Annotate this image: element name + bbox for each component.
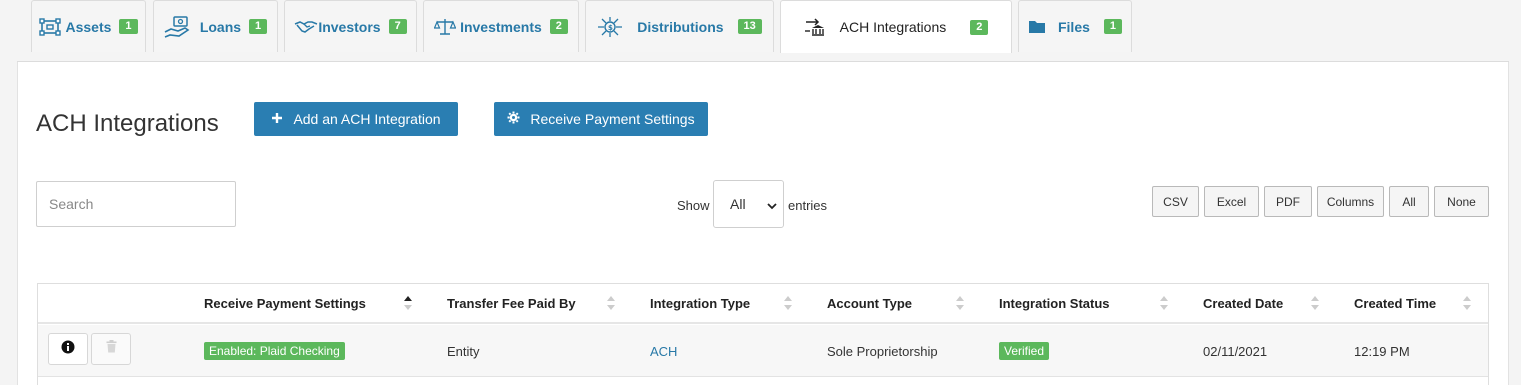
tab-label: ACH Integrations [839,19,947,35]
created-time-cell: 12:19 PM [1354,344,1410,359]
distributions-icon: $ [597,16,623,38]
trash-icon [106,340,117,358]
hide-all-columns-button[interactable]: None [1434,186,1489,217]
folder-icon [1028,19,1046,34]
delete-button[interactable] [91,333,131,365]
account-type-cell: Sole Proprietorship [827,344,938,359]
tab-loans[interactable]: Loans 1 [153,0,278,52]
tab-count-badge: 13 [737,19,762,34]
tab-label: Distributions [637,18,724,35]
tab-files[interactable]: Files 1 [1018,0,1132,52]
show-label: Show [677,198,710,213]
tab-label: Loans [199,18,242,35]
tab-count-badge: 1 [1103,19,1123,34]
show-all-columns-button[interactable]: All [1389,186,1429,217]
tab-count-badge: 1 [249,19,268,34]
tab-investments[interactable]: Investments 2 [423,0,579,52]
column-header-receive-payment-settings[interactable]: Receive Payment Settings [204,296,366,311]
integration-type-link[interactable]: ACH [650,344,677,359]
bank-transfer-icon [804,17,826,37]
column-header-account-type[interactable]: Account Type [827,296,912,311]
handshake-icon [294,19,318,35]
sort-icon[interactable] [606,295,616,316]
tab-distributions[interactable]: $ Distributions 13 [585,0,774,52]
scales-icon [434,18,457,36]
tab-label: Investments [460,18,542,35]
tab-count-badge: 2 [970,19,989,35]
ach-integrations-table: Receive Payment Settings Transfer Fee Pa… [37,283,1489,385]
transfer-fee-paid-by-cell: Entity [447,344,480,359]
tab-assets[interactable]: Assets 1 [31,0,146,52]
sort-icon[interactable] [1159,295,1169,316]
table-row: Enabled: Plaid Checking Entity ACH Sole … [38,325,1488,377]
columns-button[interactable]: Columns [1317,186,1384,217]
chevron-down-icon [767,198,777,214]
search-input[interactable] [36,181,236,227]
settings-button-label: Receive Payment Settings [530,111,695,127]
add-ach-integration-button[interactable]: Add an ACH Integration [254,102,458,136]
tab-investors[interactable]: Investors 7 [284,0,417,52]
page-size-select[interactable]: All [713,180,784,228]
column-header-created-time[interactable]: Created Time [1354,296,1436,311]
pdf-button[interactable]: PDF [1264,186,1312,217]
gear-icon [507,111,520,127]
sort-asc-icon[interactable] [403,295,413,316]
tab-count-badge: 1 [119,19,138,34]
column-header-integration-type[interactable]: Integration Type [650,296,750,311]
created-date-cell: 02/11/2021 [1203,344,1268,359]
tab-ach-integrations[interactable]: ACH Integrations 2 [780,0,1012,53]
tab-label: Investors [318,18,381,35]
assets-icon [39,17,62,36]
status-badge: Verified [999,342,1050,360]
receive-payment-settings-button[interactable]: Receive Payment Settings [494,102,708,136]
add-button-label: Add an ACH Integration [293,111,441,127]
sort-icon[interactable] [1462,295,1472,316]
column-header-transfer-fee-paid-by[interactable]: Transfer Fee Paid By [447,296,576,311]
page-title: ACH Integrations [36,110,219,137]
tab-count-badge: 2 [549,19,568,34]
tab-label: Files [1057,18,1090,35]
tab-count-badge: 7 [388,19,407,34]
payment-settings-badge: Enabled: Plaid Checking [204,342,345,360]
csv-button[interactable]: CSV [1152,186,1199,217]
sort-icon[interactable] [1310,295,1320,316]
page-size-value: All [730,196,746,212]
table-header: Receive Payment Settings Transfer Fee Pa… [38,284,1488,324]
sort-icon[interactable] [783,295,793,316]
loans-icon [164,15,190,38]
info-icon [61,340,75,359]
column-header-integration-status[interactable]: Integration Status [999,296,1110,311]
entries-label: entries [788,198,828,213]
sort-icon[interactable] [955,295,965,316]
info-button[interactable] [48,333,88,365]
tab-label: Assets [65,18,112,35]
plus-icon [271,111,283,127]
tabs-divider [17,61,1509,62]
excel-button[interactable]: Excel [1204,186,1259,217]
svg-text:$: $ [608,24,613,32]
column-header-created-date[interactable]: Created Date [1203,296,1283,311]
